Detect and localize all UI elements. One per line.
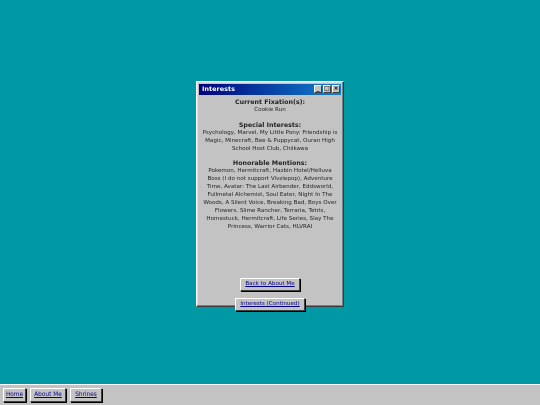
minimize-icon: _ (316, 85, 320, 92)
interests-continued-button[interactable]: Interests (Continued) (235, 298, 305, 311)
shrines-button[interactable]: Shrines (70, 388, 102, 402)
close-icon: × (333, 85, 339, 92)
fixation-text: Cookie Run (254, 106, 286, 113)
special-interests-heading: Special Interests: (238, 121, 302, 129)
about-me-button[interactable]: About Me (30, 388, 66, 402)
minimize-button[interactable]: _ (314, 85, 322, 93)
honorable-mentions-text: Pokemon, Hermitcraft, Hazbin Hotel/Hellu… (203, 168, 337, 230)
continued-button-row: Interests (Continued) (197, 290, 343, 311)
window-title: Interests (202, 85, 236, 93)
home-button[interactable]: Home (3, 388, 26, 402)
honorable-mentions-heading: Honorable Mentions: (232, 160, 308, 168)
fixation-section: Current Fixation(s): Cookie Run (201, 99, 339, 115)
window-titlebar[interactable]: Interests _ □ × (199, 84, 341, 95)
maximize-icon: □ (324, 85, 330, 92)
close-button[interactable]: × (332, 85, 340, 93)
maximize-button[interactable]: □ (323, 85, 331, 93)
special-interests-section: Special Interests: Psychology, Marvel, M… (201, 122, 339, 154)
taskbar: Home About Me Shrines (0, 384, 540, 405)
honorable-mentions-section: Honorable Mentions: Pokemon, Hermitcraft… (201, 160, 339, 231)
back-button-row: Back to About Me (197, 270, 343, 291)
interests-window: Interests _ □ × Current Fixation(s): Coo… (196, 81, 344, 311)
special-interests-text: Psychology, Marvel, My Little Pony: Frie… (202, 129, 338, 152)
window-controls: _ □ × (314, 85, 340, 93)
fixation-heading: Current Fixation(s): (234, 99, 306, 106)
